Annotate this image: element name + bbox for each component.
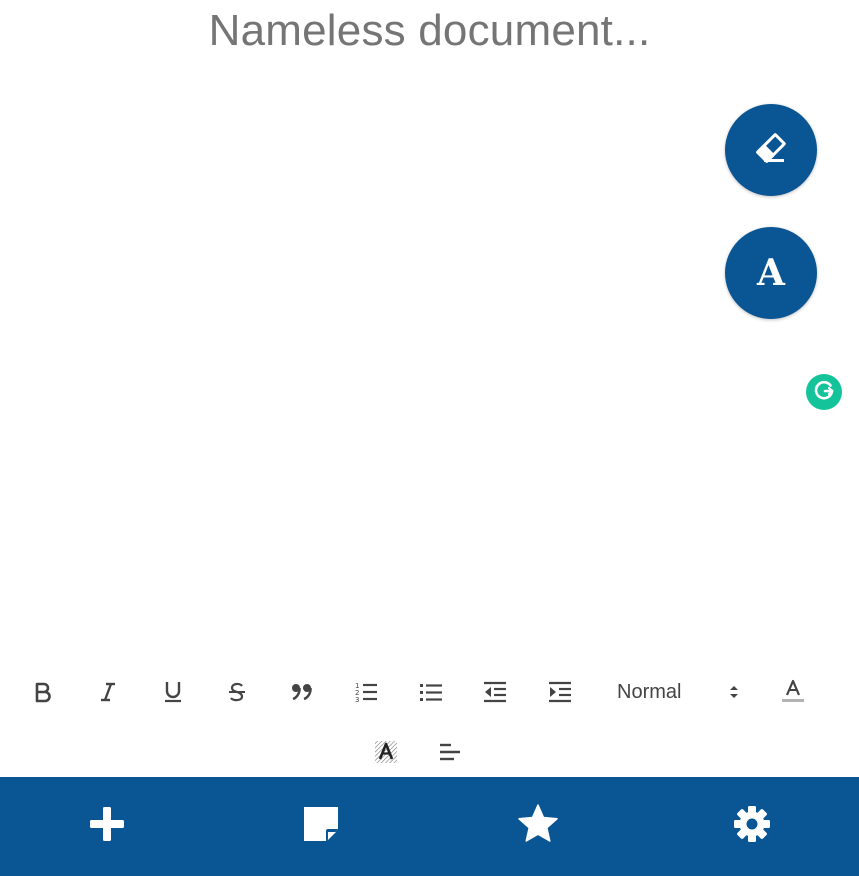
bold-icon xyxy=(32,681,54,703)
align-button[interactable] xyxy=(430,732,470,772)
bullet-list-button[interactable] xyxy=(411,672,451,712)
font-icon: A xyxy=(757,252,785,294)
settings-button[interactable] xyxy=(645,777,859,876)
formatting-toolbar-row-2 xyxy=(0,732,859,772)
eraser-icon xyxy=(751,132,791,169)
header-select-value: Normal xyxy=(617,680,682,703)
italic-icon xyxy=(97,681,119,703)
strikethrough-button[interactable] xyxy=(217,672,257,712)
grammarly-icon xyxy=(812,378,836,407)
header-format-select[interactable]: Normal xyxy=(600,672,750,712)
ordered-list-button[interactable]: 1 2 3 xyxy=(346,672,386,712)
align-left-icon xyxy=(438,740,462,764)
plus-icon xyxy=(89,806,125,847)
bottom-navigation xyxy=(0,777,859,876)
strikethrough-icon xyxy=(226,681,248,703)
editor-page: Nameless document... A 1 2 3 Normal xyxy=(0,0,859,876)
blockquote-icon xyxy=(290,682,314,702)
text-color-icon xyxy=(781,679,805,705)
indent-button[interactable] xyxy=(540,672,580,712)
outdent-button[interactable] xyxy=(475,672,515,712)
formatting-toolbar: 1 2 3 Normal xyxy=(0,672,859,712)
svg-text:3: 3 xyxy=(355,696,359,704)
gear-icon xyxy=(733,805,771,848)
bold-button[interactable] xyxy=(23,672,63,712)
italic-button[interactable] xyxy=(88,672,128,712)
note-icon xyxy=(303,805,339,848)
background-color-button[interactable] xyxy=(366,732,406,772)
ordered-list-icon: 1 2 3 xyxy=(354,680,378,704)
bullet-list-icon xyxy=(419,680,443,704)
document-title-input[interactable]: Nameless document... xyxy=(0,6,859,56)
favorites-button[interactable] xyxy=(431,777,645,876)
underline-icon xyxy=(162,680,184,704)
outdent-icon xyxy=(483,680,507,704)
blockquote-button[interactable] xyxy=(282,672,322,712)
underline-button[interactable] xyxy=(153,672,193,712)
text-color-button[interactable] xyxy=(773,672,813,712)
clear-formatting-button[interactable] xyxy=(725,104,817,196)
star-icon xyxy=(517,804,559,849)
font-button[interactable]: A xyxy=(725,227,817,319)
select-arrows-icon xyxy=(728,683,740,706)
grammarly-button[interactable] xyxy=(806,374,842,410)
notes-button[interactable] xyxy=(214,777,428,876)
background-color-icon xyxy=(374,740,398,764)
new-document-button[interactable] xyxy=(0,777,214,876)
indent-icon xyxy=(548,680,572,704)
